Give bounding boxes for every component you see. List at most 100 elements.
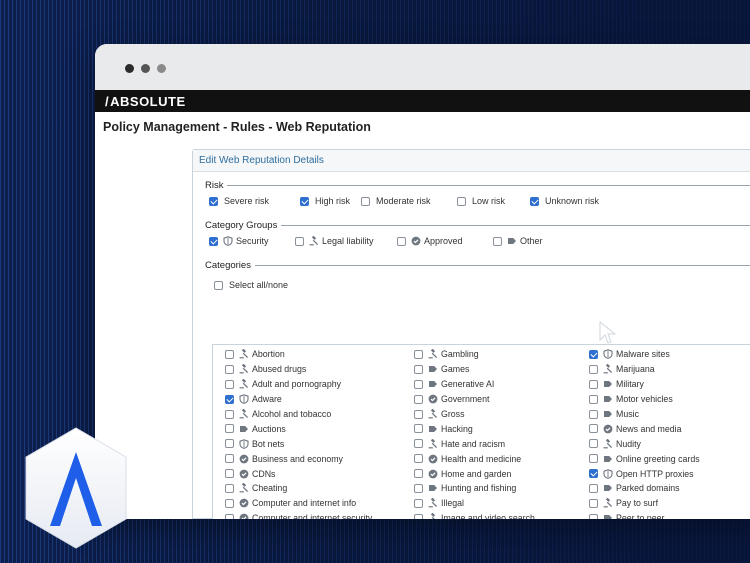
categories-list[interactable]: Abortion Abused drugs Adult and pornograph… <box>212 344 750 519</box>
category-abused-drugs-checkbox[interactable] <box>225 364 234 374</box>
category-illegal-checkbox[interactable] <box>414 498 423 508</box>
risk-option-moderate-risk[interactable]: Moderate risk <box>361 196 431 206</box>
category-business-and-economy-checkbox[interactable] <box>225 454 234 464</box>
category-home-and-garden-checkbox[interactable] <box>414 469 423 479</box>
risk-option-low-risk-checkbox[interactable] <box>457 196 466 206</box>
gavel-icon <box>239 483 249 493</box>
category-illegal[interactable]: Illegal <box>414 496 537 511</box>
category-adware-checkbox[interactable] <box>225 394 234 404</box>
category-pay-to-surf[interactable]: Pay to surf <box>589 496 748 511</box>
category-generative-ai-checkbox[interactable] <box>414 379 423 389</box>
category-motor-vehicles[interactable]: Motor vehicles <box>589 392 748 407</box>
window-close-dot[interactable] <box>125 64 134 73</box>
category-cheating-checkbox[interactable] <box>225 483 234 493</box>
category-news-and-media[interactable]: News and media <box>589 421 748 436</box>
category-government-label: Government <box>441 394 490 405</box>
category-hate-and-racism-checkbox[interactable] <box>414 439 423 449</box>
category-cdns[interactable]: CDNs <box>225 466 372 481</box>
category-home-and-garden[interactable]: Home and garden <box>414 466 537 481</box>
category-health-and-medicine-checkbox[interactable] <box>414 454 423 464</box>
category-abortion-checkbox[interactable] <box>225 349 234 359</box>
risk-option-high-risk[interactable]: High risk <box>300 196 350 206</box>
category-alcohol-and-tobacco-checkbox[interactable] <box>225 409 234 419</box>
category-nudity-checkbox[interactable] <box>589 439 598 449</box>
risk-option-unknown-risk-checkbox[interactable] <box>530 196 539 206</box>
category-computer-and-internet-security-checkbox[interactable] <box>225 513 234 519</box>
category-games-checkbox[interactable] <box>414 364 423 374</box>
category-military[interactable]: Military <box>589 377 748 392</box>
risk-option-moderate-risk-checkbox[interactable] <box>361 196 370 206</box>
category-adult-and-pornography-checkbox[interactable] <box>225 379 234 389</box>
category-gross[interactable]: Gross <box>414 407 537 422</box>
category-cheating[interactable]: Cheating <box>225 481 372 496</box>
category-health-and-medicine[interactable]: Health and medicine <box>414 451 537 466</box>
category-games[interactable]: Games <box>414 362 537 377</box>
risk-option-unknown-risk[interactable]: Unknown risk <box>530 196 599 206</box>
category-gambling[interactable]: Gambling <box>414 347 537 362</box>
category-auctions[interactable]: Auctions <box>225 421 372 436</box>
category-peer-to-peer-checkbox[interactable] <box>589 513 598 519</box>
category-open-http-proxies-checkbox[interactable] <box>589 469 598 479</box>
category-malware-sites[interactable]: Malware sites <box>589 347 748 362</box>
category-group-approved[interactable]: Approved <box>397 236 463 246</box>
risk-option-severe-risk-checkbox[interactable] <box>209 196 218 206</box>
category-peer-to-peer[interactable]: Peer to peer <box>589 511 748 519</box>
category-group-legal-liability[interactable]: Legal liability <box>295 236 374 246</box>
risk-option-severe-risk[interactable]: Severe risk <box>209 196 269 206</box>
category-adware[interactable]: Adware <box>225 392 372 407</box>
category-adult-and-pornography[interactable]: Adult and pornography <box>225 377 372 392</box>
category-image-and-video-search-checkbox[interactable] <box>414 513 423 519</box>
category-generative-ai[interactable]: Generative AI <box>414 377 537 392</box>
category-malware-sites-checkbox[interactable] <box>589 349 598 359</box>
category-parked-domains[interactable]: Parked domains <box>589 481 748 496</box>
category-group-other-checkbox[interactable] <box>493 236 502 246</box>
category-hacking-checkbox[interactable] <box>414 424 423 434</box>
category-hacking[interactable]: Hacking <box>414 421 537 436</box>
category-computer-and-internet-security[interactable]: Computer and internet security <box>225 511 372 519</box>
category-group-security[interactable]: Security <box>209 236 269 246</box>
category-auctions-checkbox[interactable] <box>225 424 234 434</box>
select-all-checkbox[interactable] <box>214 280 223 290</box>
category-hunting-and-fishing-checkbox[interactable] <box>414 483 423 493</box>
category-cdns-checkbox[interactable] <box>225 469 234 479</box>
category-bot-nets-label: Bot nets <box>252 438 285 449</box>
category-group-legal-liability-checkbox[interactable] <box>295 236 304 246</box>
category-alcohol-and-tobacco[interactable]: Alcohol and tobacco <box>225 407 372 422</box>
category-online-greeting-cards[interactable]: Online greeting cards <box>589 451 748 466</box>
category-image-and-video-search[interactable]: Image and video search <box>414 511 537 519</box>
category-gross-checkbox[interactable] <box>414 409 423 419</box>
window-maximize-dot[interactable] <box>157 64 166 73</box>
category-government-checkbox[interactable] <box>414 394 423 404</box>
category-group-other-label: Other <box>520 236 543 246</box>
category-group-security-checkbox[interactable] <box>209 236 218 246</box>
category-marijuana[interactable]: Marijuana <box>589 362 748 377</box>
category-military-checkbox[interactable] <box>589 379 598 389</box>
category-music[interactable]: Music <box>589 407 748 422</box>
category-open-http-proxies[interactable]: Open HTTP proxies <box>589 466 748 481</box>
category-motor-vehicles-checkbox[interactable] <box>589 394 598 404</box>
category-parked-domains-checkbox[interactable] <box>589 483 598 493</box>
category-hate-and-racism[interactable]: Hate and racism <box>414 436 537 451</box>
category-gambling-checkbox[interactable] <box>414 349 423 359</box>
window-minimize-dot[interactable] <box>141 64 150 73</box>
category-news-and-media-checkbox[interactable] <box>589 424 598 434</box>
category-marijuana-checkbox[interactable] <box>589 364 598 374</box>
category-group-other[interactable]: Other <box>493 236 543 246</box>
category-nudity[interactable]: Nudity <box>589 436 748 451</box>
category-computer-and-internet-info[interactable]: Computer and internet info <box>225 496 372 511</box>
category-business-and-economy[interactable]: Business and economy <box>225 451 372 466</box>
category-online-greeting-cards-checkbox[interactable] <box>589 454 598 464</box>
category-bot-nets[interactable]: Bot nets <box>225 436 372 451</box>
category-group-approved-checkbox[interactable] <box>397 236 406 246</box>
category-music-checkbox[interactable] <box>589 409 598 419</box>
category-government[interactable]: Government <box>414 392 537 407</box>
category-abused-drugs[interactable]: Abused drugs <box>225 362 372 377</box>
risk-option-low-risk[interactable]: Low risk <box>457 196 505 206</box>
category-pay-to-surf-checkbox[interactable] <box>589 498 598 508</box>
category-hunting-and-fishing[interactable]: Hunting and fishing <box>414 481 537 496</box>
category-bot-nets-checkbox[interactable] <box>225 439 234 449</box>
category-computer-and-internet-info-checkbox[interactable] <box>225 498 234 508</box>
category-abortion[interactable]: Abortion <box>225 347 372 362</box>
tag-icon <box>603 394 613 404</box>
risk-option-high-risk-checkbox[interactable] <box>300 196 309 206</box>
